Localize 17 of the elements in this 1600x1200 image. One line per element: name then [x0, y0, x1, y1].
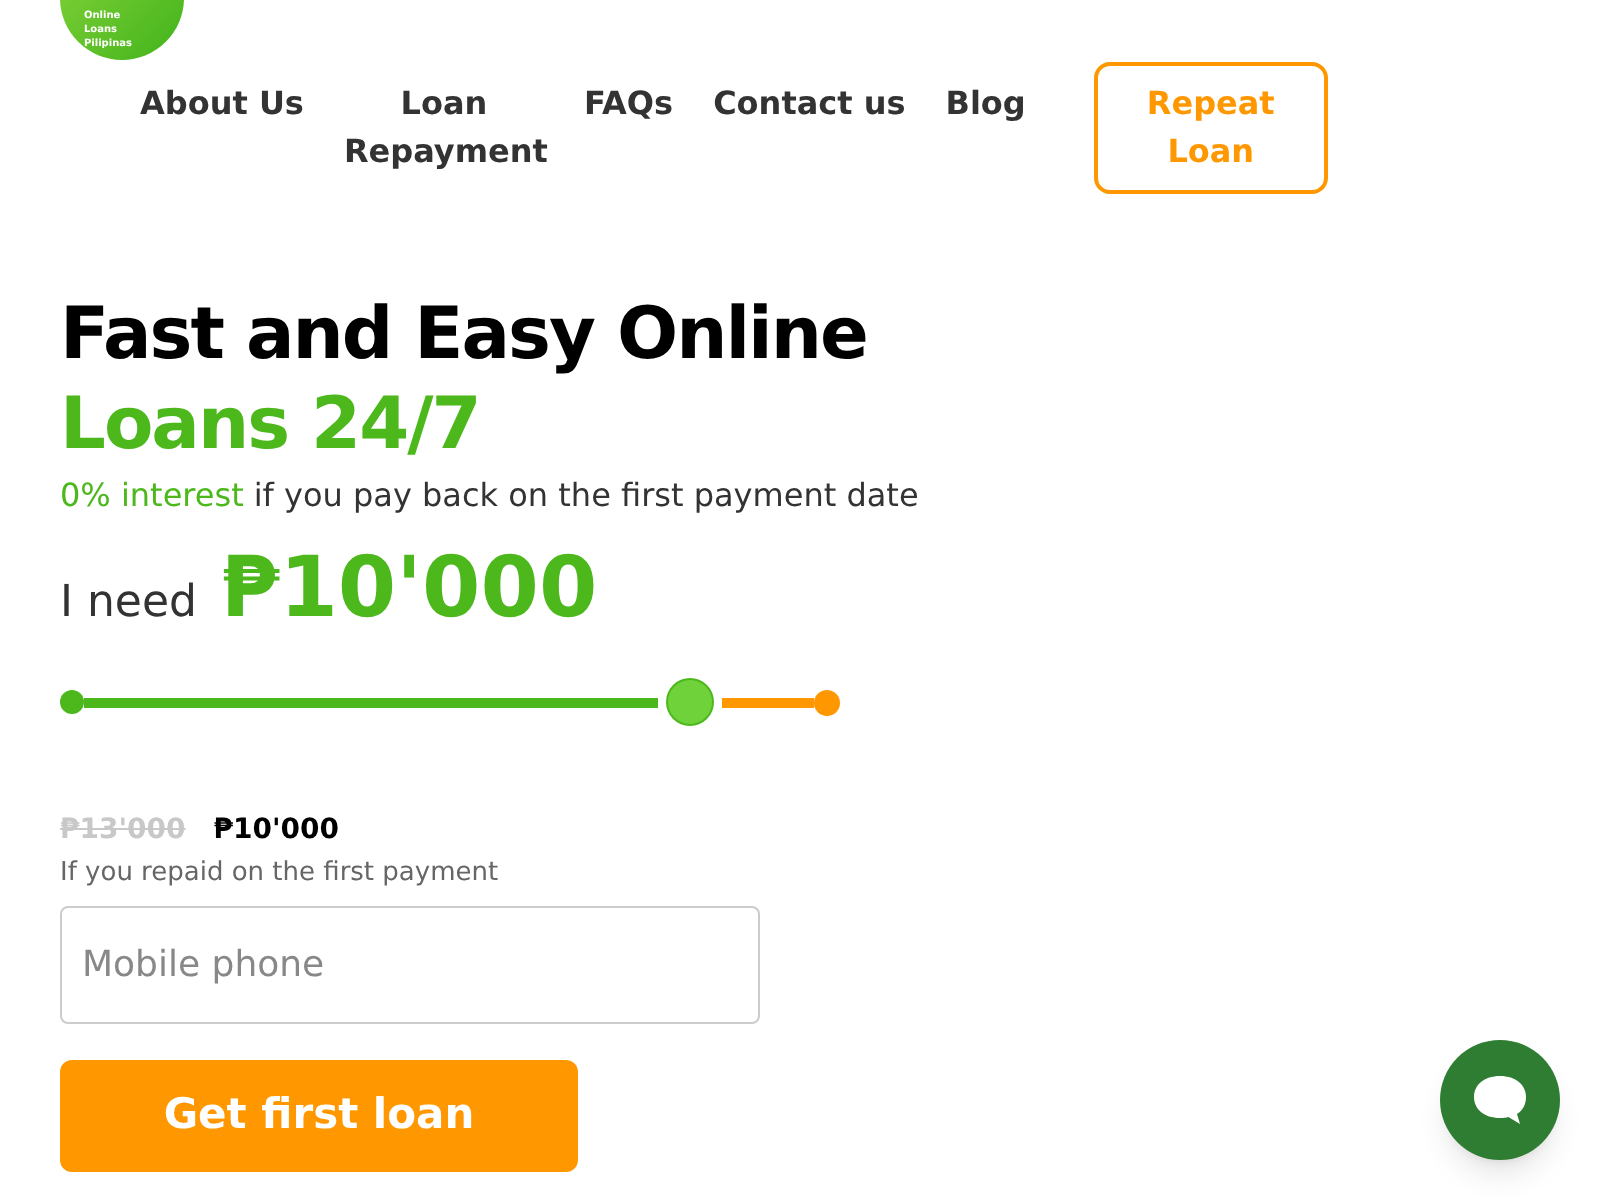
nav-link[interactable]: Contact us: [713, 62, 906, 128]
amount-value: ₱10'000: [220, 536, 598, 640]
hero-title-accent: Loans 24/7: [60, 382, 482, 470]
slider-rest: [721, 697, 814, 707]
nav-link[interactable]: About Us: [140, 62, 304, 128]
nav-link[interactable]: Loan Repayment: [343, 62, 544, 176]
new-price: ₱10'000: [213, 812, 339, 850]
amount-label: I need: [60, 576, 197, 632]
chat-bubble-icon: [1470, 1072, 1530, 1128]
interest-highlight: 0% interest: [60, 474, 244, 518]
mobile-phone-field[interactable]: Mobile phone: [60, 905, 760, 1023]
price-note: If you repaid on the first payment: [60, 856, 501, 892]
nav-link[interactable]: FAQs: [583, 62, 674, 128]
nav-link[interactable]: Blog: [945, 62, 1026, 128]
slider-thumb[interactable]: [667, 680, 712, 724]
subtitle: if you pay back on the first payment date: [253, 474, 919, 518]
hero-title: Fast and Easy Online: [60, 292, 869, 380]
